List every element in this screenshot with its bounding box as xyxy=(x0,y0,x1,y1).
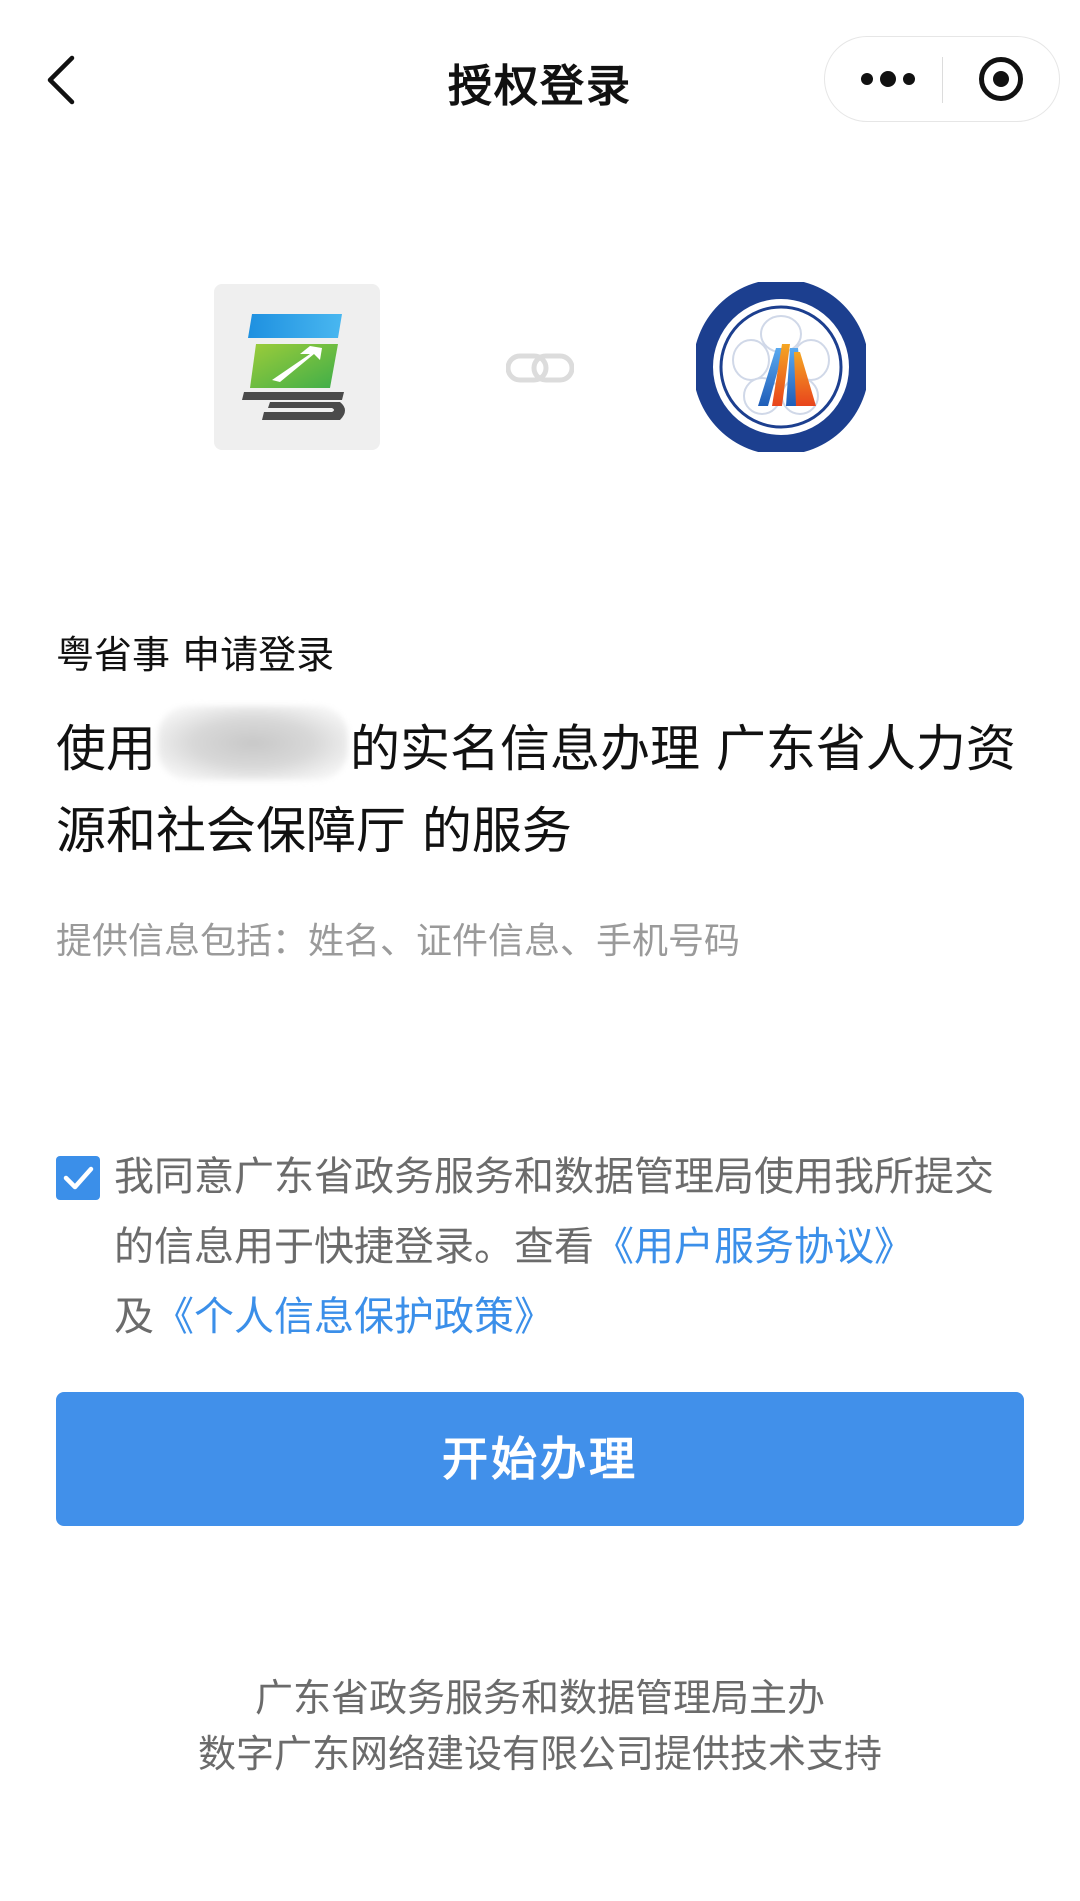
start-button[interactable]: 开始办理 xyxy=(56,1392,1024,1526)
checkmark-icon xyxy=(63,1166,94,1190)
more-dots-icon xyxy=(861,71,915,87)
blurred-user-name xyxy=(158,706,348,780)
app-logo xyxy=(214,284,380,450)
and-text: 及 xyxy=(114,1294,154,1340)
agreement-checkbox[interactable] xyxy=(56,1156,100,1200)
link-icon xyxy=(505,350,575,386)
navigation-bar: 授权登录 xyxy=(0,0,1080,160)
agreement-text: 我同意广东省政务服务和数据管理局使用我所提交的信息用于快捷登录。查看《用户服务协… xyxy=(114,1142,1016,1352)
provided-info: 提供信息包括：姓名、证件信息、手机号码 xyxy=(56,921,741,962)
hrss-emblem-logo xyxy=(693,279,869,455)
apply-text: 申请登录 xyxy=(182,633,335,677)
mini-program-capsule xyxy=(824,36,1060,122)
yue-app-logo xyxy=(242,314,345,420)
footer-organizer: 广东省政务服务和数据管理局主办 xyxy=(254,1676,825,1720)
user-agreement-link[interactable]: 《用户服务协议》 xyxy=(594,1224,914,1270)
authorization-description: 使用 的实名信息办理 广东省人力资源和社会保障厅 的服务 xyxy=(56,706,1016,872)
app-name: 粤省事 xyxy=(56,633,171,677)
footer-tech-support: 数字广东网络建设有限公司提供技术支持 xyxy=(197,1732,882,1776)
close-button[interactable] xyxy=(943,37,1059,121)
more-button[interactable] xyxy=(825,37,942,121)
login-request: 粤省事 申请登录 xyxy=(56,624,334,679)
privacy-policy-link[interactable]: 《个人信息保护政策》 xyxy=(154,1294,554,1340)
org-logo xyxy=(693,279,869,455)
target-close-icon xyxy=(979,57,1023,101)
description-prefix: 使用 xyxy=(56,720,156,778)
agreement-section: 我同意广东省政务服务和数据管理局使用我所提交的信息用于快捷登录。查看《用户服务协… xyxy=(56,1152,1016,1352)
footer: 广东省政务服务和数据管理局主办 数字广东网络建设有限公司提供技术支持 xyxy=(0,1670,1080,1782)
